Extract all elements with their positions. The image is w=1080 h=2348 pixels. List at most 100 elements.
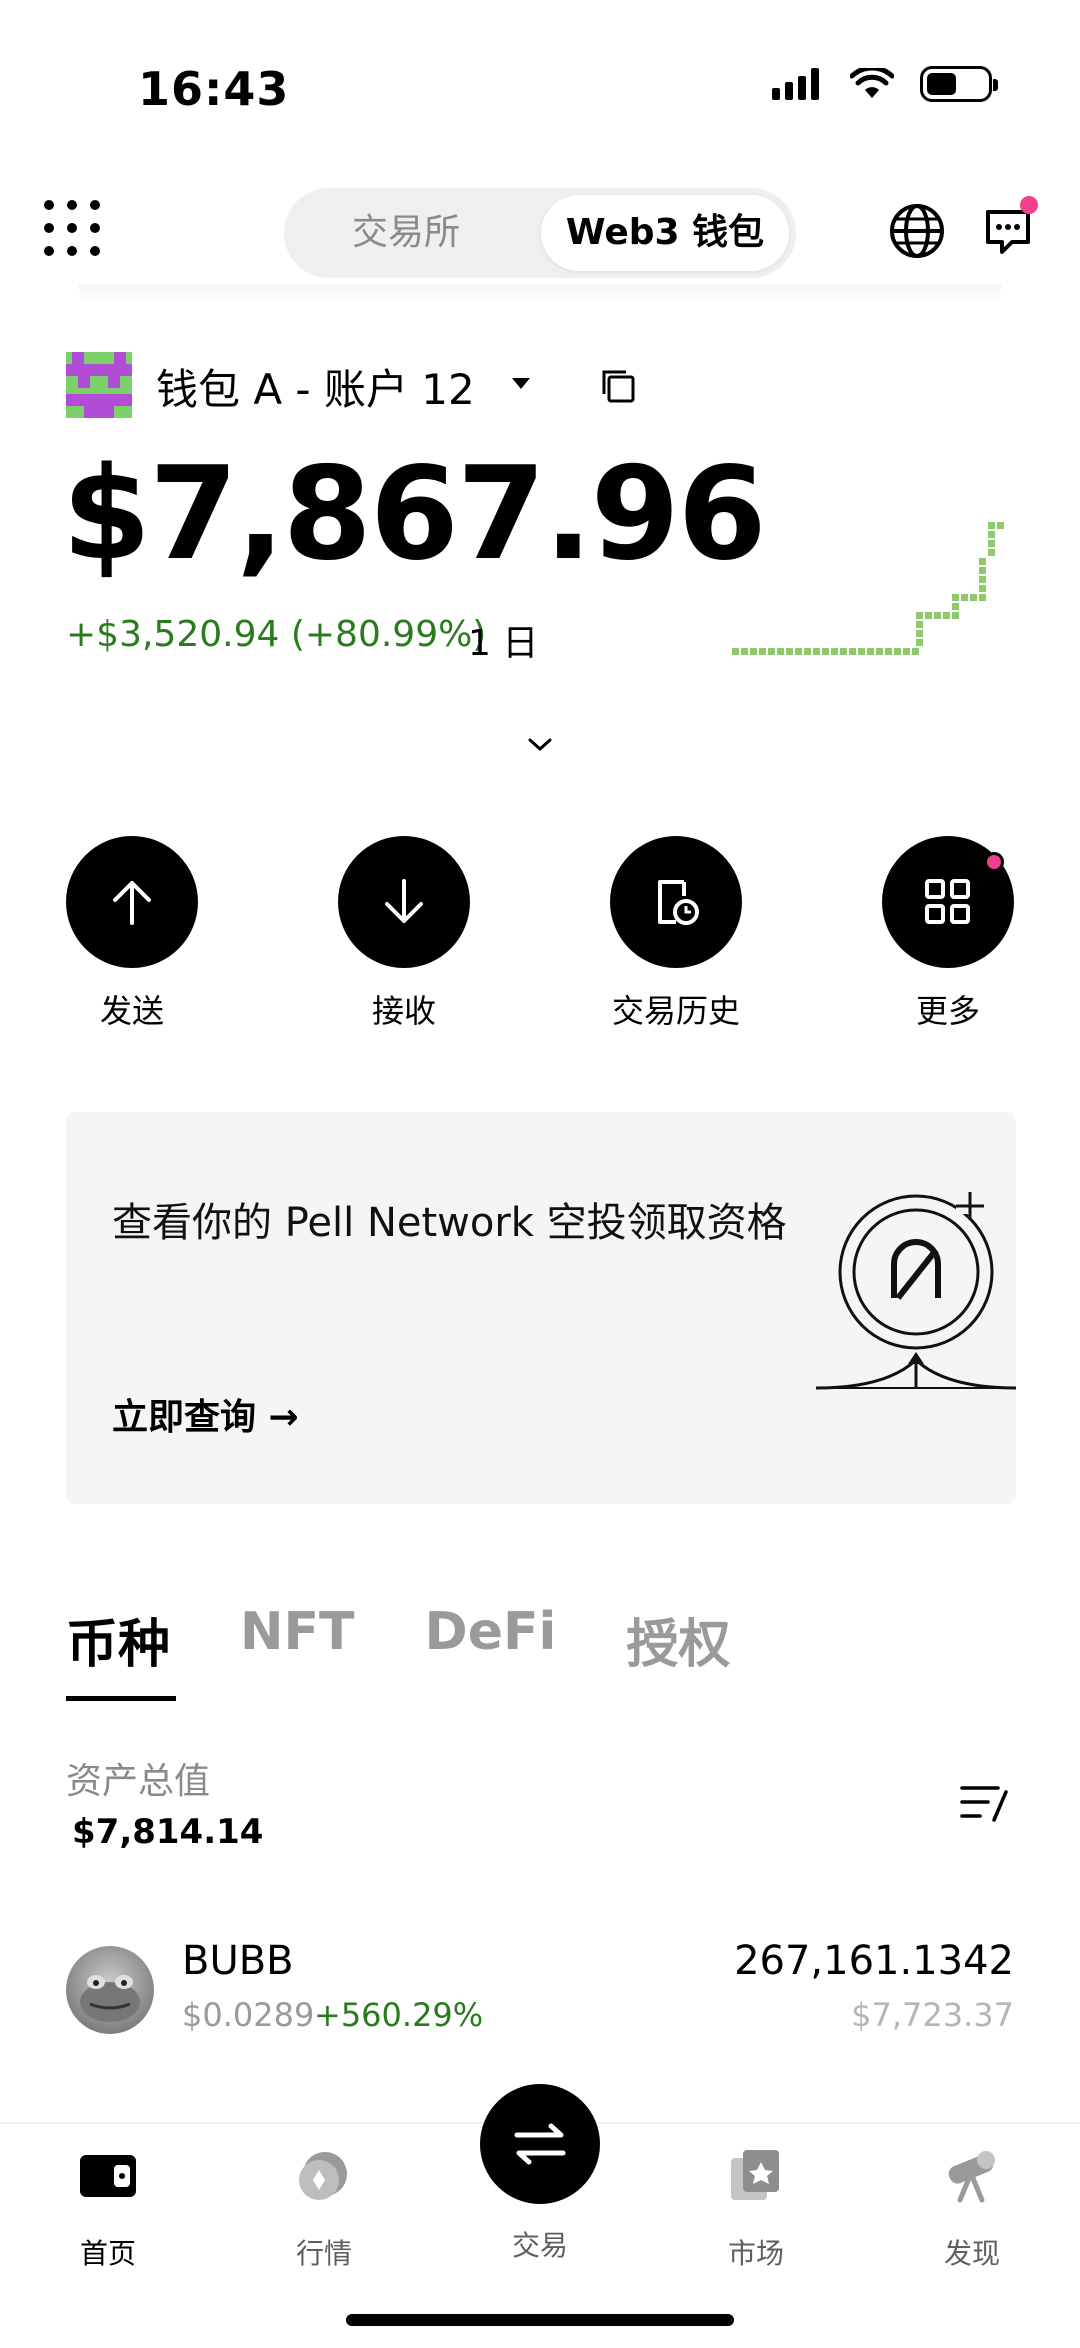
banner-link[interactable]: 立即查询 → bbox=[112, 1388, 299, 1440]
wallet-icon bbox=[80, 2155, 136, 2197]
signal-icon bbox=[772, 68, 819, 100]
sparkline-dot bbox=[997, 522, 1004, 529]
nav-home-label: 首页 bbox=[79, 2237, 136, 2270]
sparkline-dot bbox=[970, 594, 977, 601]
tab-defi[interactable]: DeFi bbox=[425, 1602, 557, 1677]
sparkline-dot bbox=[988, 540, 995, 547]
asset-tabs: 币种 NFT DeFi 授权 bbox=[66, 1602, 730, 1677]
history-label: 交易历史 bbox=[611, 992, 740, 1030]
sparkline-dot bbox=[849, 648, 856, 655]
sparkline-dot bbox=[759, 648, 766, 655]
sparkline-dot bbox=[768, 648, 775, 655]
account-name[interactable]: 钱包 A - 账户 12 bbox=[156, 356, 475, 417]
sparkline-dot bbox=[916, 639, 923, 646]
swap-icon bbox=[514, 2123, 566, 2165]
tab-web3-wallet[interactable]: Web3 钱包 bbox=[541, 195, 789, 271]
banner-title: 查看你的 Pell Network 空投领取资格 bbox=[112, 1200, 787, 1246]
wifi-icon bbox=[850, 68, 894, 98]
sparkline-dot bbox=[934, 612, 941, 619]
tab-approvals[interactable]: 授权 bbox=[626, 1602, 730, 1677]
apps-menu-icon[interactable] bbox=[44, 200, 100, 256]
sparkline-dot bbox=[858, 648, 865, 655]
send-button[interactable]: 发送 bbox=[66, 836, 198, 1032]
sparkline-dot bbox=[732, 648, 739, 655]
globe-icon[interactable] bbox=[888, 202, 946, 260]
account-dropdown-icon[interactable] bbox=[512, 378, 530, 389]
sparkline-dot bbox=[786, 648, 793, 655]
sparkline-dot bbox=[943, 612, 950, 619]
sparkline-dot bbox=[903, 648, 910, 655]
nav-marketplace-label: 市场 bbox=[727, 2237, 784, 2270]
sparkline-dot bbox=[979, 567, 986, 574]
nav-discover[interactable]: 发现 bbox=[902, 2142, 1042, 2272]
sparkline-dot bbox=[979, 594, 986, 601]
history-button[interactable]: 交易历史 bbox=[610, 836, 742, 1032]
airdrop-banner[interactable]: 查看你的 Pell Network 空投领取资格 立即查询 → bbox=[66, 1112, 1016, 1504]
history-icon bbox=[658, 880, 699, 925]
nav-home[interactable]: 首页 bbox=[38, 2142, 178, 2272]
pnl-period[interactable]: 1 日 bbox=[468, 614, 538, 666]
nav-marketplace[interactable]: 市场 bbox=[686, 2142, 826, 2272]
home-indicator bbox=[346, 2314, 734, 2326]
sparkline-dot bbox=[925, 612, 932, 619]
trade-button[interactable] bbox=[480, 2084, 600, 2204]
total-assets-label: 资产总值 bbox=[66, 1761, 211, 1802]
total-balance: $7,867.96 bbox=[62, 440, 767, 589]
balance-sparkline bbox=[732, 522, 1004, 655]
sparkline-dot bbox=[916, 621, 923, 628]
bubb-token-icon bbox=[66, 1946, 154, 2034]
sparkline-dot bbox=[912, 648, 919, 655]
sparkline-dot bbox=[988, 531, 995, 538]
messages-button[interactable] bbox=[982, 196, 1042, 264]
pell-network-illustration bbox=[816, 1192, 1016, 1390]
header-divider bbox=[78, 284, 1002, 306]
sparkline-dot bbox=[867, 648, 874, 655]
sparkline-dot bbox=[916, 612, 923, 619]
status-icons bbox=[772, 66, 998, 102]
sparkline-dot bbox=[916, 630, 923, 637]
nav-markets[interactable]: 行情 bbox=[254, 2142, 394, 2272]
receive-button[interactable]: 接收 bbox=[338, 836, 470, 1032]
total-assets-value: $7,814.14 bbox=[72, 1812, 264, 1852]
sort-filter-icon[interactable] bbox=[958, 1780, 1010, 1828]
tab-underline bbox=[66, 1696, 176, 1701]
copy-icon[interactable] bbox=[600, 368, 636, 404]
coin-icon bbox=[299, 2152, 347, 2200]
wallet-avatar[interactable] bbox=[66, 352, 132, 418]
sparkline-dot bbox=[804, 648, 811, 655]
arrow-up-icon bbox=[113, 881, 151, 925]
token-symbol[interactable]: BUBB bbox=[182, 1938, 294, 1984]
sparkline-dot bbox=[952, 594, 959, 601]
pnl-change: +$3,520.94 (+80.99%) bbox=[66, 614, 487, 655]
sparkline-dot bbox=[750, 648, 757, 655]
apps-grid-icon bbox=[925, 879, 970, 924]
sparkline-dot bbox=[822, 648, 829, 655]
sparkline-dot bbox=[831, 648, 838, 655]
nav-markets-label: 行情 bbox=[295, 2237, 352, 2270]
nav-trade-label[interactable]: 交易 bbox=[480, 2224, 600, 2264]
notification-dot bbox=[984, 852, 1004, 872]
mode-switch: 交易所 Web3 钱包 bbox=[284, 188, 796, 278]
tab-exchange[interactable]: 交易所 bbox=[296, 195, 516, 271]
more-button[interactable]: 更多 bbox=[882, 836, 1014, 1032]
sparkline-dot bbox=[894, 648, 901, 655]
nft-cards-icon bbox=[731, 2150, 779, 2200]
sparkline-dot bbox=[741, 648, 748, 655]
sparkline-dot bbox=[952, 612, 959, 619]
battery-icon bbox=[920, 66, 998, 102]
token-amount: 267,161.1342 bbox=[734, 1938, 1014, 1984]
arrow-down-icon bbox=[385, 879, 423, 923]
sparkline-dot bbox=[979, 576, 986, 583]
tab-nft[interactable]: NFT bbox=[240, 1602, 355, 1677]
sparkline-dot bbox=[885, 648, 892, 655]
chevron-down-icon[interactable] bbox=[526, 736, 554, 754]
send-label: 发送 bbox=[99, 992, 164, 1030]
sparkline-dot bbox=[979, 585, 986, 592]
receive-label: 接收 bbox=[371, 992, 436, 1030]
sparkline-dot bbox=[876, 648, 883, 655]
token-value: $7,723.37 bbox=[851, 1996, 1014, 2034]
notification-dot bbox=[1020, 196, 1038, 214]
tab-tokens[interactable]: 币种 bbox=[66, 1602, 170, 1677]
sparkline-dot bbox=[988, 549, 995, 556]
token-change: +560.29% bbox=[314, 1996, 484, 2034]
